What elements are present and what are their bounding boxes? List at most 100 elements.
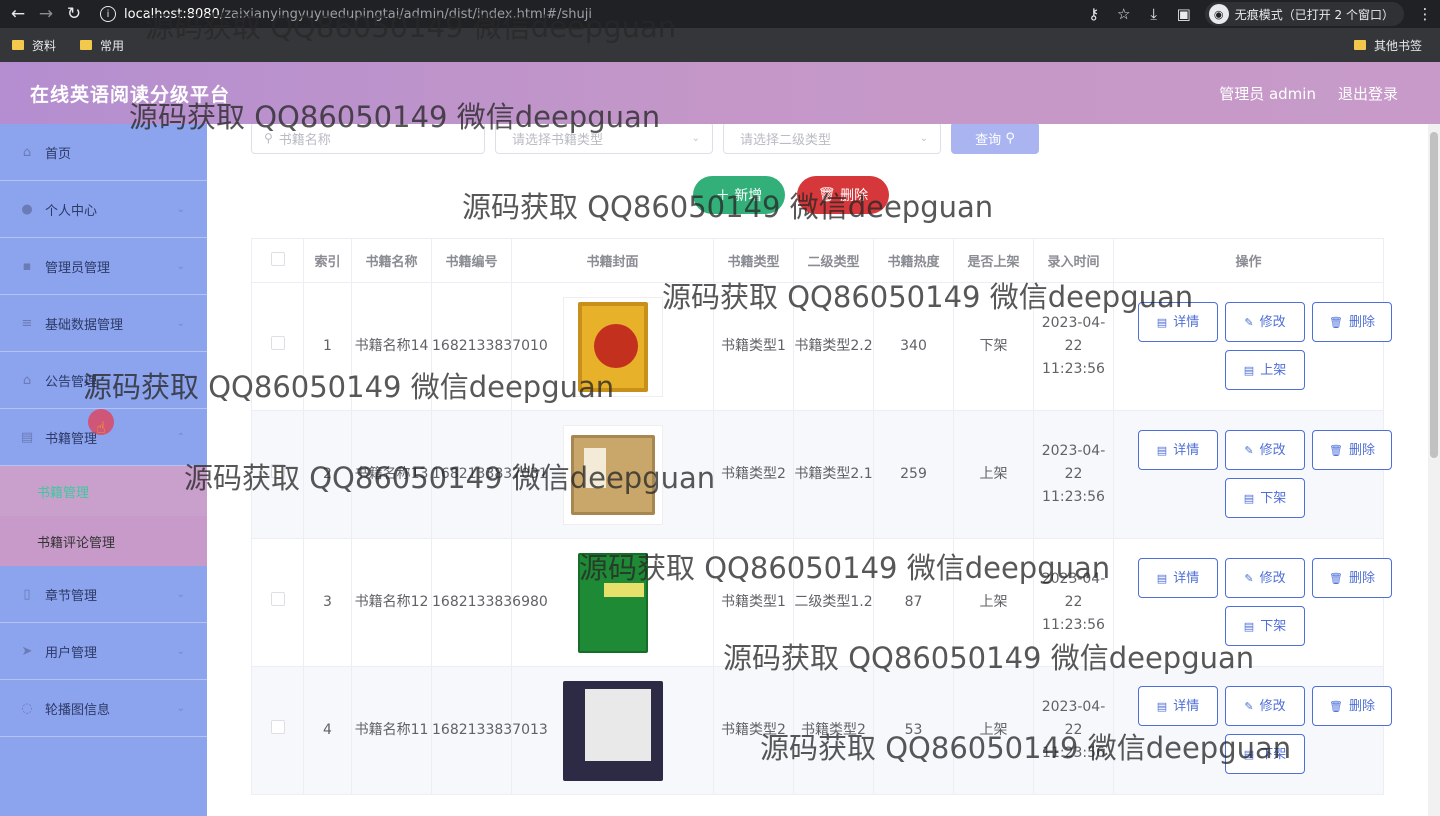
delete-button[interactable]: 🗑 删除 <box>1312 558 1392 598</box>
cell-type: 书籍类型2 <box>713 410 794 539</box>
browser-toolbar: ← → ↻ i localhost:8080/zaixianyingyuyued… <box>0 0 1440 28</box>
button-label: 下架 <box>1260 746 1287 762</box>
forward-icon[interactable]: → <box>32 0 60 28</box>
delete-button[interactable]: 🗑 删除 <box>1312 686 1392 726</box>
column-header: 书籍类型 <box>713 238 794 283</box>
search-icon: ⚲ <box>264 131 273 145</box>
row-checkbox[interactable] <box>270 464 285 478</box>
menu-kebab-icon[interactable]: ⋮ <box>1410 5 1440 23</box>
toggle-shelf-button[interactable]: ▤ 下架 <box>1225 478 1305 518</box>
document-icon: ▤ <box>1156 315 1168 329</box>
back-icon[interactable]: ← <box>4 0 32 28</box>
cell-hot: 87 <box>873 538 954 667</box>
sidepanel-icon[interactable]: ▣ <box>1169 5 1199 23</box>
edit-button[interactable]: ✎ 修改 <box>1225 430 1305 470</box>
sidebar-item-chapters[interactable]: ▯ 章节管理 ⌄ <box>0 566 207 623</box>
sidebar-item-label: 管理员管理 <box>45 260 111 276</box>
query-button[interactable]: 查询 ⚲ <box>951 124 1039 154</box>
incognito-icon: ◉ <box>1208 4 1229 24</box>
page-scrollbar[interactable] <box>1428 124 1440 816</box>
incognito-badge[interactable]: ◉ 无痕模式（已打开 2 个窗口） <box>1204 2 1404 26</box>
select-all-cell[interactable] <box>251 238 304 283</box>
star-icon[interactable]: ☆ <box>1109 5 1139 23</box>
button-label: 详情 <box>1173 698 1200 714</box>
toggle-shelf-button[interactable]: ▤ 下架 <box>1225 606 1305 646</box>
admin-icon: ▪ <box>22 258 32 274</box>
incognito-label: 无痕模式（已打开 2 个窗口） <box>1234 7 1394 22</box>
edit-button[interactable]: ✎ 修改 <box>1225 558 1305 598</box>
hand-cursor-icon: ☝ <box>96 418 106 437</box>
book-name-search-input[interactable]: ⚲ 书籍名称 <box>251 124 485 154</box>
bookmark-folder[interactable]: 资料 <box>12 37 56 54</box>
sidebar-item-home[interactable]: ⌂ 首页 <box>0 124 207 181</box>
delete-label: 删除 <box>840 188 869 204</box>
logout-link[interactable]: 退出登录 <box>1338 83 1398 104</box>
cell-time: 2023-04-22 11:23:56 <box>1033 666 1114 795</box>
trash-icon: 🗑 <box>1329 699 1343 713</box>
select-all-checkbox[interactable] <box>270 251 285 266</box>
column-header: 索引 <box>303 238 352 283</box>
reload-icon[interactable]: ↻ <box>60 0 88 28</box>
query-label: 查询 <box>975 132 1002 148</box>
sidebar-item-admin[interactable]: ▪ 管理员管理 ⌄ <box>0 238 207 295</box>
button-label: 修改 <box>1259 570 1286 586</box>
cell-status: 上架 <box>953 410 1034 539</box>
row-checkbox[interactable] <box>270 592 285 606</box>
detail-button[interactable]: ▤ 详情 <box>1138 302 1218 342</box>
detail-button[interactable]: ▤ 详情 <box>1138 430 1218 470</box>
row-checkbox[interactable] <box>270 336 285 350</box>
toggle-shelf-button[interactable]: ▤ 上架 <box>1225 350 1305 390</box>
button-label: 上架 <box>1260 362 1287 378</box>
plus-icon: ＋ <box>715 188 730 204</box>
button-label: 删除 <box>1348 698 1375 714</box>
info-icon[interactable]: i <box>100 6 116 22</box>
column-header: 书籍封面 <box>511 238 714 283</box>
column-header: 操作 <box>1113 238 1384 283</box>
cell-name: 书籍名称14 <box>351 282 432 411</box>
sidebar-item-notice[interactable]: ⌂ 公告管理 ⌄ <box>0 352 207 409</box>
add-button[interactable]: ＋ 新增 <box>693 176 785 214</box>
book-type-select[interactable]: 请选择书籍类型 ⌄ <box>495 124 713 154</box>
download-icon[interactable]: ⤓ <box>1139 5 1169 23</box>
row-checkbox[interactable] <box>270 720 285 734</box>
detail-button[interactable]: ▤ 详情 <box>1138 558 1218 598</box>
chevron-up-icon: ⌃ <box>176 431 185 443</box>
sidebar-item-label: 书籍管理 <box>45 431 98 447</box>
cell-index: 2 <box>303 410 352 539</box>
sidebar-item-label: 首页 <box>45 146 72 162</box>
sidebar-item-label: 个人中心 <box>45 203 98 219</box>
sidebar-item-basedata[interactable]: ≡ 基础数据管理 ⌄ <box>0 295 207 352</box>
delete-button[interactable]: 🗑 删除 <box>1312 430 1392 470</box>
edit-button[interactable]: ✎ 修改 <box>1225 302 1305 342</box>
key-icon[interactable]: ⚷ <box>1079 5 1109 23</box>
batch-delete-button[interactable]: 🗑 删除 <box>797 176 889 214</box>
sidebar-item-label: 基础数据管理 <box>45 317 124 333</box>
users-icon: ➤ <box>21 643 33 659</box>
bookmark-folder[interactable]: 常用 <box>80 37 124 54</box>
current-user: 管理员 admin <box>1219 84 1316 103</box>
chevron-down-icon: ⌄ <box>176 374 185 386</box>
subtype-select[interactable]: 请选择二级类型 ⌄ <box>723 124 941 154</box>
sidebar-item-profile[interactable]: ● 个人中心 ⌄ <box>0 181 207 238</box>
document-icon: ▤ <box>1243 491 1255 505</box>
chevron-down-icon: ⌄ <box>919 132 928 144</box>
cell-subtype: 二级类型1.2 <box>793 538 874 667</box>
book-cover-image <box>563 552 663 653</box>
cell-hot: 340 <box>873 282 954 411</box>
scrollbar-thumb[interactable] <box>1430 132 1438 458</box>
cell-code: 1682133836980 <box>431 538 548 667</box>
sidebar-item-carousel[interactable]: ◌ 轮播图信息 ⌄ <box>0 680 207 737</box>
detail-button[interactable]: ▤ 详情 <box>1138 686 1218 726</box>
edit-icon: ✎ <box>1244 699 1254 713</box>
sidebar-item-users[interactable]: ➤ 用户管理 ⌄ <box>0 623 207 680</box>
book-icon: ▤ <box>20 429 34 445</box>
sidebar-subitem-book-comments[interactable]: 书籍评论管理 <box>0 516 207 566</box>
notice-icon: ⌂ <box>22 372 32 388</box>
address-bar[interactable]: i localhost:8080/zaixianyingyuyuedupingt… <box>100 6 592 22</box>
toggle-shelf-button[interactable]: ▤ 下架 <box>1225 734 1305 774</box>
sidebar-subitem-book-manage[interactable]: 书籍管理 <box>0 466 207 516</box>
other-bookmarks[interactable]: 其他书签 <box>1353 28 1422 62</box>
button-label: 详情 <box>1173 570 1200 586</box>
edit-button[interactable]: ✎ 修改 <box>1225 686 1305 726</box>
delete-button[interactable]: 🗑 删除 <box>1312 302 1392 342</box>
